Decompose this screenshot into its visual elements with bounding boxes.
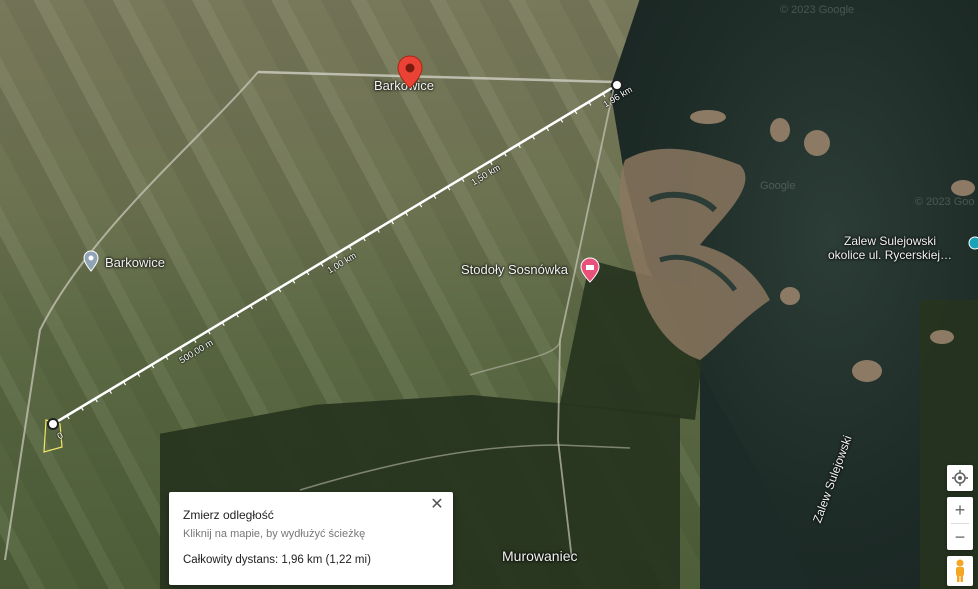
poi-label-zalew-line1: Zalew Sulejowski [844, 234, 937, 248]
poi-label-zalew[interactable]: Zalew Sulejowski okolice ul. Rycerskiej… [828, 234, 952, 262]
satellite-map[interactable]: 0 500,00 m 1,00 km 1,50 km 1,96 km © 202… [0, 0, 978, 589]
google-watermark: © 2023 Goo [915, 196, 975, 208]
location-target-icon[interactable] [947, 465, 973, 491]
poi-label-zalew-line2: okolice ul. Rycerskiej… [828, 248, 953, 262]
teal-pin-icon[interactable] [968, 236, 978, 252]
grey-pin-icon[interactable] [83, 250, 99, 272]
popup-hint: Kliknij na mapie, by wydłużyć ścieżkę [183, 528, 366, 540]
measure-distance-popup: Zmierz odległość Kliknij na mapie, by wy… [169, 492, 453, 585]
red-pin-icon[interactable] [397, 55, 423, 89]
pegman-icon[interactable] [953, 559, 967, 583]
my-location-control[interactable] [947, 465, 973, 491]
zoom-control: + − [947, 497, 973, 550]
google-watermark: Google [760, 180, 796, 192]
close-icon[interactable]: ✕ [428, 496, 446, 514]
zoom-in-button[interactable]: + [947, 497, 973, 523]
google-watermark: © 2023 Google [780, 4, 855, 16]
street-view-control[interactable] [947, 556, 973, 586]
poi-label-stodoly[interactable]: Stodoły Sosnówka [461, 262, 568, 277]
zoom-out-button[interactable]: − [947, 524, 973, 550]
pink-camp-pin-icon[interactable] [580, 257, 600, 283]
popup-title: Zmierz odległość [183, 508, 274, 522]
measure-start-point [47, 418, 59, 430]
popup-total-distance: Całkowity dystans: 1,96 km (1,22 mi) [183, 554, 371, 566]
place-label-barkowice-side[interactable]: Barkowice [105, 255, 165, 270]
place-label-murowaniec[interactable]: Murowaniec [502, 548, 577, 564]
